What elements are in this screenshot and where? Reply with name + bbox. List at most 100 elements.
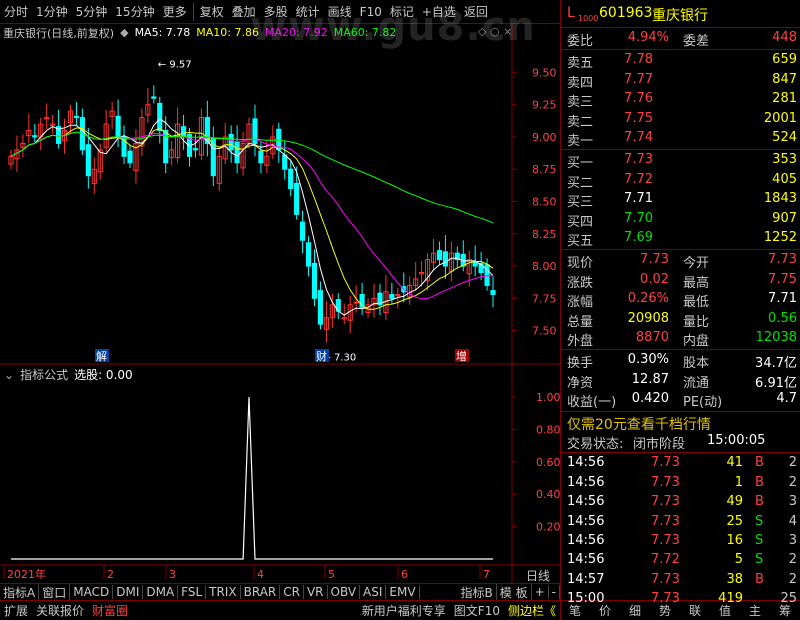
toolbar-separator — [192, 2, 194, 21]
bottom-left-item[interactable]: 关联报价 — [32, 602, 88, 619]
buy-order-row: 买二 7.72 405 — [561, 171, 800, 191]
chart-title: 重庆银行(日线,前复权) — [3, 26, 115, 40]
toolbar-item[interactable]: 分时 — [0, 3, 32, 20]
indicator-y-tick-label: 0.80 — [536, 423, 560, 436]
stat-row: 总量 20908 量比 0.56 — [561, 310, 800, 330]
tick-side: B — [755, 455, 764, 471]
chart-collapse-icon[interactable]: ◆ — [120, 26, 128, 39]
order-label: 买四 — [567, 214, 594, 230]
indicator-tab-right[interactable]: - — [549, 585, 560, 599]
indicator-tab[interactable]: MACD — [70, 585, 114, 599]
tick-volume: 1 — [734, 474, 743, 490]
tick-time: 14:56 — [567, 533, 605, 548]
indicator-tab[interactable]: ASI — [360, 585, 387, 599]
stat-value: 7.75 — [768, 271, 797, 287]
buy-order-row: 买五 7.69 1252 — [561, 229, 800, 249]
fund-label: 股本 — [683, 356, 710, 372]
bottom-left-item[interactable]: 财富圈 — [88, 602, 132, 619]
toolbar-item[interactable]: 5分钟 — [72, 3, 112, 20]
weibi-label: 委比 — [567, 34, 594, 49]
status-row: 交易状态: 闭市阶段 15:00:05 — [561, 432, 800, 452]
toolbar-item[interactable]: 更多 — [159, 3, 191, 20]
tick-count: 2 — [788, 571, 797, 587]
stat-value: 0.56 — [768, 310, 797, 326]
order-label: 买一 — [567, 156, 594, 172]
candle-body — [282, 154, 288, 170]
weibi-row: 委比 4.94% 委差 448 — [561, 29, 800, 49]
tick-row: 15:00 7.73 419 25 — [561, 590, 800, 610]
stat-row: 涨跌 0.02 最高 7.75 — [561, 271, 800, 291]
watermark: www.gu8.cn — [250, 4, 536, 50]
tick-row: 14:56 7.73 16 S 3 — [561, 532, 800, 552]
status-time: 15:00:05 — [707, 433, 766, 448]
toolbar-item[interactable]: 15分钟 — [111, 3, 158, 20]
bottom-left-item[interactable]: 扩展 — [0, 602, 32, 619]
indicator-tab-right[interactable]: 指标B — [458, 583, 497, 601]
candle-body — [472, 261, 478, 267]
fund-value: 4.7 — [776, 391, 797, 407]
indicator-tab[interactable]: BRAR — [241, 585, 281, 599]
x-tick-label: 2 — [107, 568, 114, 581]
candle-body — [115, 115, 121, 138]
bottom-right-item[interactable]: 侧边栏《 — [504, 602, 560, 619]
indicator-tab[interactable]: DMA — [143, 585, 179, 599]
toolbar-item[interactable]: 1分钟 — [32, 3, 72, 20]
indicator-tab[interactable]: OBV — [328, 585, 361, 599]
indicator-tab[interactable]: 指标A — [0, 583, 40, 601]
order-volume: 1843 — [763, 191, 797, 207]
tick-row: 14:56 7.73 41 B 2 — [561, 454, 800, 474]
indicator-tab[interactable]: CR — [280, 585, 304, 599]
indicator-tab[interactable]: FSL — [178, 585, 207, 599]
order-label: 买二 — [567, 175, 594, 191]
order-volume: 1252 — [763, 230, 797, 245]
tick-side: B — [755, 571, 764, 587]
candle-body — [311, 262, 318, 299]
candle-body — [442, 251, 448, 267]
chart-area[interactable]: 9.50 9.25 9.00 8.75 8.50 8.25 8.00 7.75 7.50 ← 9.… — [0, 24, 560, 583]
bottom-right-item[interactable]: 新用户福利专享 — [358, 602, 450, 619]
stat-label: 最高 — [683, 275, 710, 291]
indicator-tab[interactable]: VR — [304, 585, 328, 599]
order-price: 7.78 — [624, 52, 653, 68]
stat-value: 8870 — [635, 330, 669, 345]
indicator-tab[interactable]: DMI — [113, 585, 144, 599]
tick-volume: 5 — [734, 552, 743, 568]
indicator-header: ⌄ 指标公式 选股: 0.00 — [4, 366, 133, 383]
order-label: 卖一 — [567, 134, 594, 149]
indicator-tab-right[interactable]: 模 板 — [497, 583, 532, 601]
indicator-name[interactable]: 指标公式 — [20, 366, 68, 383]
tick-side: B — [755, 494, 764, 510]
candle-body — [157, 102, 163, 131]
tick-time: 14:57 — [567, 571, 605, 587]
stat-value: 7.71 — [768, 291, 797, 307]
indicator-tab[interactable]: EMV — [386, 585, 420, 599]
toolbar-item[interactable]: 复权 — [196, 3, 228, 20]
indicator-dropdown-icon[interactable]: ⌄ — [4, 368, 14, 382]
indicator-tab[interactable]: 窗口 — [39, 583, 71, 601]
divider — [561, 349, 800, 351]
tick-volume: 38 — [726, 571, 743, 587]
tick-time: 14:56 — [567, 494, 605, 510]
x-tick-label: 7 — [483, 568, 490, 581]
indicator-y-tick-label: 0.40 — [536, 488, 560, 501]
tick-volume: 49 — [726, 494, 743, 510]
order-label: 卖四 — [567, 75, 594, 91]
bottom-right-item[interactable]: 图文F10 — [450, 602, 504, 619]
indicator-tab[interactable]: TRIX — [206, 585, 241, 599]
tick-volume: 419 — [718, 591, 743, 607]
fund-label: PE(动) — [683, 395, 723, 411]
tick-price: 7.73 — [651, 474, 680, 490]
tick-count: 3 — [788, 494, 797, 510]
status-label: 交易状态: — [567, 437, 624, 452]
indicator-tab-right[interactable]: + — [532, 585, 549, 599]
stat-label: 最低 — [683, 295, 710, 311]
tick-time: 15:00 — [567, 591, 605, 607]
fund-row: 换手 0.30% 股本 34.7亿 — [561, 351, 800, 371]
order-volume: 405 — [772, 171, 797, 187]
tick-time: 14:56 — [567, 474, 605, 490]
tick-time: 14:56 — [567, 513, 605, 529]
order-price: 7.77 — [624, 71, 653, 87]
candle-body — [151, 96, 157, 99]
candle-body — [490, 290, 496, 295]
buy-order-row: 买四 7.70 907 — [561, 210, 800, 230]
